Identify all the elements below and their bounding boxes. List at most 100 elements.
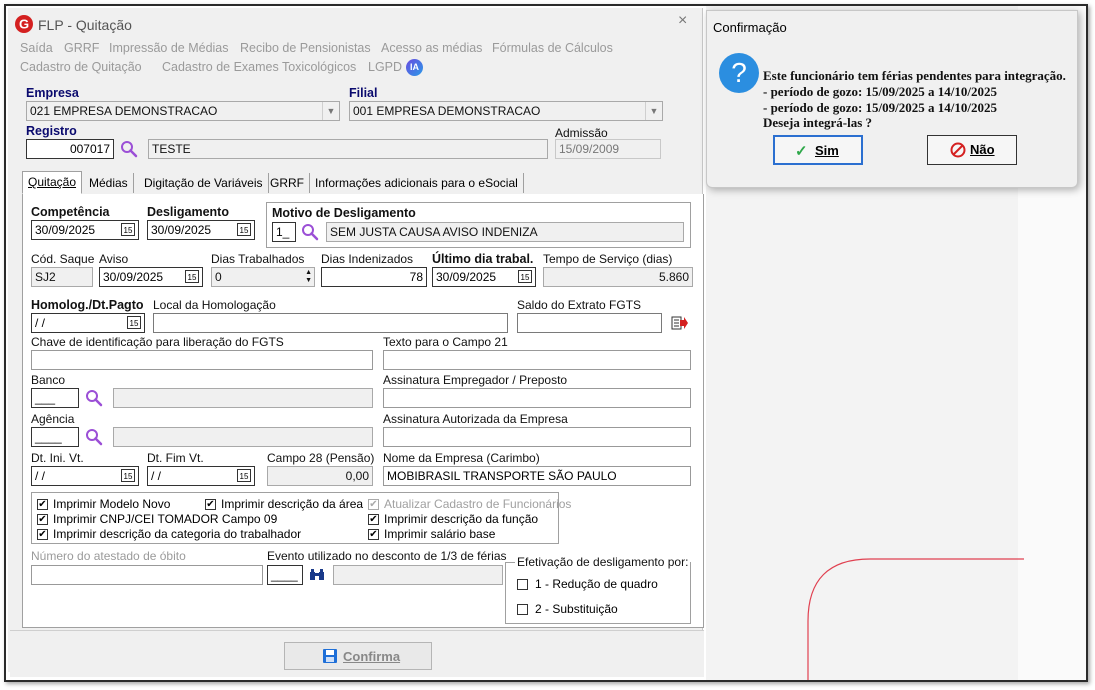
ia-badge[interactable]: IA [406, 59, 423, 76]
empresa-select[interactable]: 021 EMPRESA DEMONSTRACAO ▼ [26, 101, 340, 121]
no-button[interactable]: Não [927, 135, 1017, 165]
empresa-value: 021 EMPRESA DEMONSTRACAO [30, 104, 218, 118]
chk-reducao-quadro-label[interactable]: 1 - Redução de quadro [535, 577, 658, 591]
calendar-icon[interactable]: 15 [127, 316, 141, 329]
menu-cadastro-quitacao[interactable]: Cadastro de Quitação [20, 60, 142, 74]
calendar-icon[interactable]: 15 [518, 270, 532, 283]
chk-atualizar-cadastro: ✔ [368, 499, 379, 510]
chk-reducao-quadro[interactable] [517, 579, 528, 590]
tab-quitacao[interactable]: Quitação [22, 171, 83, 194]
confirma-button[interactable]: Confirma [284, 642, 432, 670]
dt-ini-vt-input[interactable]: / / 15 [31, 466, 139, 486]
ultimo-dia-input[interactable]: 30/09/2025 15 [432, 267, 536, 287]
nome-empresa-input[interactable]: MOBIBRASIL TRANSPORTE SÃO PAULO [383, 466, 691, 486]
tab-esocial[interactable]: Informações adicionais para o eSocial [310, 173, 524, 193]
tab-medias[interactable]: Médias [84, 173, 134, 193]
yes-label: Sim [815, 143, 839, 158]
chk-descricao-area-label[interactable]: Imprimir descrição da área [221, 497, 363, 511]
no-label: Não [970, 142, 995, 157]
calendar-icon[interactable]: 15 [185, 270, 199, 283]
agencia-input[interactable]: ____ [31, 427, 79, 447]
yes-button[interactable]: ✓ Sim [773, 135, 863, 165]
chk-substituicao-label[interactable]: 2 - Substituição [535, 602, 618, 616]
dt-fim-vt-label: Dt. Fim Vt. [147, 451, 204, 465]
assinatura-autorizada-label: Assinatura Autorizada da Empresa [383, 412, 568, 426]
chk-descricao-funcao-label[interactable]: Imprimir descrição da função [384, 512, 538, 526]
motivo-code-input[interactable]: 1_ [272, 222, 296, 242]
assinatura-empregador-input[interactable] [383, 388, 691, 408]
menu-recibo-pensionistas[interactable]: Recibo de Pensionistas [240, 41, 371, 55]
homolog-input[interactable]: / / 15 [31, 313, 145, 333]
tab-quitacao-label: Quitação [28, 175, 77, 189]
ultimo-dia-label: Último dia trabal. [432, 252, 534, 266]
texto-campo21-input[interactable] [383, 350, 691, 370]
tab-grrf[interactable]: GRRF [265, 173, 310, 193]
saldo-fgts-label: Saldo do Extrato FGTS [517, 298, 642, 312]
question-icon: ? [719, 53, 759, 93]
calendar-icon[interactable]: 15 [121, 469, 135, 482]
registro-label: Registro [26, 124, 77, 138]
close-icon[interactable]: × [678, 12, 687, 30]
ultimo-dia-value: 30/09/2025 [436, 270, 497, 284]
window-title: FLP - Quitação [38, 17, 132, 33]
chk-modelo-novo[interactable]: ✔ [37, 499, 48, 510]
chk-substituicao[interactable] [517, 604, 528, 615]
dias-indenizados-input[interactable]: 78 [321, 267, 427, 287]
dt-fim-vt-input[interactable]: / / 15 [147, 466, 255, 486]
menu-impressao-medias[interactable]: Impressão de Médias [109, 41, 229, 55]
confirma-label: Confirma [343, 649, 401, 664]
tempo-servico-label: Tempo de Serviço (dias) [543, 252, 673, 266]
search-icon[interactable] [301, 223, 319, 241]
calendar-icon[interactable]: 15 [121, 223, 135, 236]
calendar-icon[interactable]: 15 [237, 223, 251, 236]
assinatura-autorizada-input[interactable] [383, 427, 691, 447]
saldo-fgts-input[interactable] [517, 313, 662, 333]
chevron-down-icon[interactable]: ▼ [645, 102, 662, 120]
filial-select[interactable]: 001 EMPRESA DEMONSTRACAO ▼ [349, 101, 663, 121]
chk-salario-base[interactable]: ✔ [368, 529, 379, 540]
search-icon[interactable] [85, 428, 103, 446]
search-icon[interactable] [120, 140, 138, 158]
search-icon[interactable] [85, 389, 103, 407]
competencia-input[interactable]: 30/09/2025 15 [31, 220, 139, 240]
menu-cadastro-exames[interactable]: Cadastro de Exames Toxicológicos [162, 60, 356, 74]
registro-code-input[interactable]: 007017 [26, 139, 114, 159]
tab-medias-label: Médias [89, 176, 128, 190]
dias-trabalhados-spinner[interactable]: 0 ▲ ▼ [211, 267, 315, 287]
menu-lgpd[interactable]: LGPD [368, 60, 402, 74]
evento-desconto-input[interactable]: ____ [267, 565, 303, 585]
banco-label: Banco [31, 373, 66, 387]
desligamento-label: Desligamento [147, 205, 229, 219]
menu-formulas-calculos[interactable]: Fórmulas de Cálculos [492, 41, 613, 55]
save-icon [323, 649, 337, 663]
chk-salario-base-label[interactable]: Imprimir salário base [384, 527, 495, 541]
binoculars-icon[interactable] [309, 568, 325, 582]
atestado-obito-input[interactable] [31, 565, 263, 585]
menu-grrf[interactable]: GRRF [64, 41, 99, 55]
chk-categoria-trabalhador[interactable]: ✔ [37, 529, 48, 540]
aviso-input[interactable]: 30/09/2025 15 [99, 267, 203, 287]
atestado-obito-label: Número do atestado de óbito [31, 549, 186, 563]
calendar-icon[interactable]: 15 [237, 469, 251, 482]
menu-saida[interactable]: Saída [20, 41, 53, 55]
chave-fgts-input[interactable] [31, 350, 373, 370]
menu-acesso-medias[interactable]: Acesso as médias [381, 41, 482, 55]
agencia-desc-field [113, 427, 373, 447]
tab-digitacao-variaveis[interactable]: Digitação de Variáveis [139, 173, 269, 193]
evento-desc-field [333, 565, 503, 585]
dias-trabalhados-value: 0 [215, 270, 222, 284]
local-homolog-input[interactable] [153, 313, 508, 333]
chk-modelo-novo-label[interactable]: Imprimir Modelo Novo [53, 497, 170, 511]
chevron-down-icon[interactable]: ▼ [322, 102, 339, 120]
desligamento-input[interactable]: 30/09/2025 15 [147, 220, 255, 240]
chk-cnpj-tomador[interactable]: ✔ [37, 514, 48, 525]
chk-categoria-trabalhador-label[interactable]: Imprimir descrição da categoria do traba… [53, 527, 301, 541]
local-homolog-label: Local da Homologação [153, 298, 276, 312]
tab-digitacao-variaveis-label: Digitação de Variáveis [144, 176, 263, 190]
chk-descricao-funcao[interactable]: ✔ [368, 514, 379, 525]
banco-input[interactable]: ___ [31, 388, 79, 408]
chk-cnpj-tomador-label[interactable]: Imprimir CNPJ/CEI TOMADOR Campo 09 [53, 512, 277, 526]
export-arrow-icon[interactable] [671, 315, 689, 331]
chk-descricao-area[interactable]: ✔ [205, 499, 216, 510]
spinner-arrows-icon[interactable]: ▲ ▼ [305, 269, 312, 285]
